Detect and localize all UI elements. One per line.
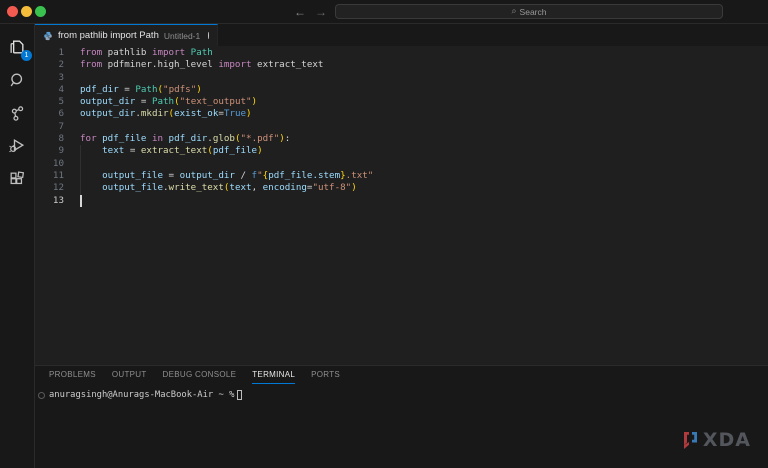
minimize-button[interactable] bbox=[21, 6, 32, 17]
line-number: 12 bbox=[35, 182, 64, 194]
modified-dot-icon[interactable] bbox=[208, 32, 209, 39]
code-line-text: text = extract_text(pdf_file) bbox=[64, 145, 263, 157]
code-line-text bbox=[64, 121, 80, 133]
code-line[interactable]: 8for pdf_file in pdf_dir.glob("*.pdf"): bbox=[35, 133, 768, 145]
vscode-window: ← → ⌕ Search 1 bbox=[0, 0, 768, 468]
titlebar: ← → ⌕ Search bbox=[0, 0, 768, 24]
code-line-text: pdf_dir = Path("pdfs") bbox=[64, 84, 202, 96]
code-line[interactable]: 5output_dir = Path("text_output") bbox=[35, 96, 768, 108]
line-number: 2 bbox=[35, 59, 64, 71]
code-line[interactable]: 1from pathlib import Path bbox=[35, 47, 768, 59]
tab-untitled-1[interactable]: from pathlib import Path Untitled-1 bbox=[35, 24, 218, 46]
code-line[interactable]: 9 text = extract_text(pdf_file) bbox=[35, 145, 768, 157]
code-line[interactable]: 4pdf_dir = Path("pdfs") bbox=[35, 84, 768, 96]
xda-logo-icon bbox=[682, 429, 699, 451]
panel-tab-terminal[interactable]: TERMINAL bbox=[252, 366, 295, 384]
sidebar-item-explorer[interactable]: 1 bbox=[4, 34, 30, 60]
code-line[interactable]: 11 output_file = output_dir / f"{pdf_fil… bbox=[35, 170, 768, 182]
code-line-text: output_dir.mkdir(exist_ok=True) bbox=[64, 108, 252, 120]
line-number: 11 bbox=[35, 170, 64, 182]
panel-tab-ports[interactable]: PORTS bbox=[311, 366, 340, 384]
sidebar-item-extensions[interactable] bbox=[4, 166, 30, 192]
back-icon[interactable]: ← bbox=[294, 5, 306, 19]
code-line-text bbox=[64, 158, 80, 170]
code-line[interactable]: 3 bbox=[35, 72, 768, 84]
panel-tab-output[interactable]: OUTPUT bbox=[112, 366, 147, 384]
code-line[interactable]: 6output_dir.mkdir(exist_ok=True) bbox=[35, 108, 768, 120]
python-icon bbox=[43, 31, 53, 41]
line-number: 8 bbox=[35, 133, 64, 145]
search-placeholder: Search bbox=[520, 7, 547, 17]
code-area: 1from pathlib import Path2from pdfminer.… bbox=[35, 47, 768, 207]
line-number: 4 bbox=[35, 84, 64, 96]
tab-title: from pathlib import Path bbox=[58, 30, 159, 41]
code-line-text: output_file.write_text(text, encoding="u… bbox=[64, 182, 357, 194]
code-line[interactable]: 10 bbox=[35, 158, 768, 170]
code-line[interactable]: 13 bbox=[35, 195, 768, 207]
search-sidebar-icon bbox=[8, 71, 27, 90]
terminal-prompt: anuragsingh@Anurags-MacBook-Air ~ % bbox=[49, 390, 234, 400]
zoom-button[interactable] bbox=[35, 6, 46, 17]
code-line-text: from pathlib import Path bbox=[64, 47, 213, 59]
line-number: 9 bbox=[35, 145, 64, 157]
line-number: 13 bbox=[35, 195, 64, 207]
panel-tab-debug-console[interactable]: DEBUG CONSOLE bbox=[163, 366, 237, 384]
code-line-text: output_dir = Path("text_output") bbox=[64, 96, 257, 108]
terminal-prompt-line[interactable]: anuragsingh@Anurags-MacBook-Air ~ % bbox=[35, 390, 768, 400]
activity-bar: 1 bbox=[0, 24, 35, 468]
editor-tab-bar: from pathlib import Path Untitled-1 bbox=[35, 24, 768, 46]
run-debug-icon bbox=[7, 136, 27, 156]
command-center-search[interactable]: ⌕ Search bbox=[335, 4, 723, 19]
sidebar-item-run-debug[interactable] bbox=[4, 133, 30, 159]
line-number: 10 bbox=[35, 158, 64, 170]
indent-guide bbox=[80, 145, 81, 194]
code-line[interactable]: 7 bbox=[35, 121, 768, 133]
panel-tab-bar: PROBLEMS OUTPUT DEBUG CONSOLE TERMINAL PORTS bbox=[35, 366, 768, 384]
text-cursor bbox=[80, 195, 82, 207]
line-number: 5 bbox=[35, 96, 64, 108]
search-icon: ⌕ bbox=[512, 6, 517, 17]
explorer-badge: 1 bbox=[21, 50, 32, 61]
code-editor[interactable]: 1from pathlib import Path2from pdfminer.… bbox=[35, 46, 768, 365]
code-line-text: for pdf_file in pdf_dir.glob("*.pdf"): bbox=[64, 133, 290, 145]
code-line-text bbox=[64, 72, 80, 84]
code-line[interactable]: 12 output_file.write_text(text, encoding… bbox=[35, 182, 768, 194]
shell-integration-icon bbox=[38, 392, 45, 399]
terminal-cursor bbox=[237, 390, 242, 400]
line-number: 1 bbox=[35, 47, 64, 59]
code-line[interactable]: 2from pdfminer.high_level import extract… bbox=[35, 59, 768, 71]
forward-icon[interactable]: → bbox=[315, 5, 327, 19]
close-button[interactable] bbox=[7, 6, 18, 17]
line-number: 6 bbox=[35, 108, 64, 120]
bottom-panel: PROBLEMS OUTPUT DEBUG CONSOLE TERMINAL PORTS… bbox=[35, 365, 768, 468]
traffic-lights bbox=[7, 6, 46, 17]
code-line-text: output_file = output_dir / f"{pdf_file.s… bbox=[64, 170, 373, 182]
extensions-icon bbox=[8, 170, 27, 189]
tab-description: Untitled-1 bbox=[164, 31, 200, 41]
code-line-text: from pdfminer.high_level import extract_… bbox=[64, 59, 323, 71]
sidebar-item-search[interactable] bbox=[4, 67, 30, 93]
xda-watermark: XDA bbox=[682, 429, 751, 451]
xda-text: XDA bbox=[703, 431, 751, 450]
code-line-text bbox=[64, 195, 80, 207]
line-number: 3 bbox=[35, 72, 64, 84]
history-nav: ← → bbox=[294, 0, 327, 23]
git-branch-icon bbox=[8, 104, 27, 123]
sidebar-item-source-control[interactable] bbox=[4, 100, 30, 126]
line-number: 7 bbox=[35, 121, 64, 133]
panel-tab-problems[interactable]: PROBLEMS bbox=[49, 366, 96, 384]
